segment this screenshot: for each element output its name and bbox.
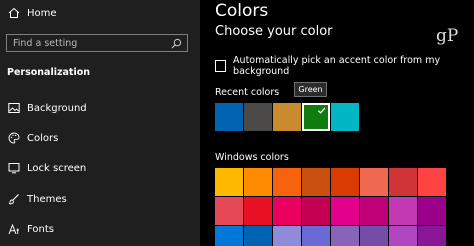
recent-color-swatch[interactable] xyxy=(244,103,272,131)
palette-icon xyxy=(7,131,21,145)
windows-color-swatch[interactable] xyxy=(418,168,446,196)
auto-accent-option[interactable]: Automatically pick an accent color from … xyxy=(215,55,474,77)
nav-home[interactable]: Home xyxy=(0,3,57,23)
recent-color-swatch[interactable] xyxy=(302,103,330,131)
windows-color-swatch[interactable] xyxy=(389,197,417,225)
sidebar-item-lock-screen[interactable]: Lock screen xyxy=(0,158,86,178)
auto-accent-checkbox[interactable] xyxy=(215,60,227,72)
recent-color-swatch[interactable] xyxy=(331,103,359,131)
checkmark-icon xyxy=(317,107,326,114)
sidebar-item-label: Themes xyxy=(27,193,67,205)
windows-color-swatch[interactable] xyxy=(215,197,243,225)
page-subtitle: Choose your color xyxy=(215,24,333,39)
sidebar-item-label: Background xyxy=(27,102,87,114)
nav-home-label: Home xyxy=(27,7,57,19)
sidebar-item-label: Lock screen xyxy=(27,162,87,174)
sidebar-item-label: Fonts xyxy=(27,223,54,235)
recent-colors-label: Recent colors xyxy=(215,87,280,98)
windows-color-swatch[interactable] xyxy=(418,197,446,225)
main-panel: Colors Choose your color gP Automaticall… xyxy=(200,0,474,246)
sidebar-item-themes[interactable]: Themes xyxy=(0,189,67,209)
windows-color-swatch[interactable] xyxy=(215,226,243,246)
recent-color-swatch[interactable] xyxy=(273,103,301,131)
search-box[interactable] xyxy=(6,34,188,52)
windows-color-swatch[interactable] xyxy=(244,168,272,196)
windows-color-swatch[interactable] xyxy=(360,168,388,196)
windows-color-swatch[interactable] xyxy=(331,226,359,246)
auto-accent-label: Automatically pick an accent color from … xyxy=(233,55,441,77)
windows-color-swatch[interactable] xyxy=(331,197,359,225)
sidebar-item-fonts[interactable]: Fonts xyxy=(0,219,54,239)
sidebar-item-colors[interactable]: Colors xyxy=(0,128,58,148)
windows-color-swatch[interactable] xyxy=(360,197,388,225)
lock-screen-icon xyxy=(7,161,21,175)
page-title: Colors xyxy=(215,1,269,21)
windows-colors-label: Windows colors xyxy=(215,152,289,163)
sidebar-item-background[interactable]: Background xyxy=(0,98,87,118)
windows-color-swatch[interactable] xyxy=(389,168,417,196)
recent-color-swatch[interactable] xyxy=(215,103,243,131)
windows-color-swatch[interactable] xyxy=(244,197,272,225)
sidebar: Home Personalization Background Colors L… xyxy=(0,0,200,246)
windows-color-swatch[interactable] xyxy=(244,226,272,246)
search-icon[interactable] xyxy=(171,38,182,49)
windows-color-swatch[interactable] xyxy=(273,226,301,246)
home-icon xyxy=(7,6,21,20)
windows-color-swatch[interactable] xyxy=(302,197,330,225)
windows-color-swatch[interactable] xyxy=(302,226,330,246)
windows-color-swatch[interactable] xyxy=(273,168,301,196)
windows-color-swatch[interactable] xyxy=(273,197,301,225)
windows-color-swatch[interactable] xyxy=(302,168,330,196)
picture-icon xyxy=(7,101,21,115)
color-tooltip: Green xyxy=(294,82,327,97)
brush-icon xyxy=(7,192,21,206)
search-input[interactable] xyxy=(13,35,163,51)
font-icon xyxy=(7,222,21,236)
watermark-logo: gP xyxy=(436,26,459,46)
sidebar-item-label: Colors xyxy=(27,132,59,144)
windows-color-swatch[interactable] xyxy=(331,168,359,196)
windows-color-swatch[interactable] xyxy=(418,226,446,246)
section-label: Personalization xyxy=(7,67,90,78)
windows-color-swatch[interactable] xyxy=(389,226,417,246)
windows-color-swatch[interactable] xyxy=(215,168,243,196)
windows-color-swatch[interactable] xyxy=(360,226,388,246)
